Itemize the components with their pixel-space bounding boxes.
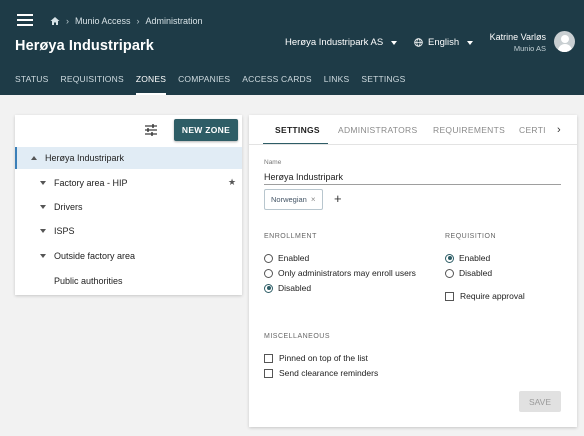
expand-icon[interactable] <box>40 254 46 258</box>
tree-item[interactable]: Drivers <box>15 196 242 218</box>
radio-selected-icon[interactable] <box>264 283 273 293</box>
language-select[interactable]: English <box>414 37 474 48</box>
nav-access-cards[interactable]: ACCESS CARDS <box>242 74 311 95</box>
close-icon[interactable]: × <box>311 195 316 204</box>
globe-icon <box>414 38 423 47</box>
option-label: Enabled <box>459 253 491 263</box>
zone-tree-panel: NEW ZONE Herøya Industripark Factory are… <box>15 115 242 295</box>
user-name: Katrine Varløs <box>489 32 546 42</box>
star-icon[interactable]: ★ <box>228 177 236 188</box>
tree-item-label: Factory area - HIP <box>54 178 128 188</box>
checkbox-icon[interactable] <box>445 291 454 301</box>
enrollment-disabled-radio[interactable]: Disabled <box>264 283 311 293</box>
tree-item[interactable]: Factory area - HIP ★ <box>15 172 242 194</box>
enrollment-enabled-radio[interactable]: Enabled <box>264 253 309 263</box>
option-label: Pinned on top of the list <box>279 353 368 363</box>
tab-administrators[interactable]: ADMINISTRATORS <box>338 125 417 135</box>
tree-item[interactable]: Outside factory area <box>15 245 242 267</box>
app-header: › Munio Access › Administration Herøya I… <box>0 0 584 95</box>
option-label: Send clearance reminders <box>279 368 379 378</box>
tree-item[interactable]: Public authorities <box>15 270 242 292</box>
main-nav: STATUS REQUISITIONS ZONES COMPANIES ACCE… <box>15 74 417 95</box>
option-label: Enabled <box>278 253 310 263</box>
chevron-right-icon: › <box>136 16 140 26</box>
radio-icon[interactable] <box>264 268 273 278</box>
language-select-value: English <box>428 37 460 48</box>
checkbox-icon[interactable] <box>264 368 273 378</box>
breadcrumb-app[interactable]: Munio Access <box>75 16 131 26</box>
chevron-right-icon: › <box>66 16 69 26</box>
expand-icon[interactable] <box>40 229 46 233</box>
requisition-enabled-radio[interactable]: Enabled <box>445 253 490 263</box>
tab-settings[interactable]: SETTINGS <box>275 125 320 135</box>
requisition-disabled-radio[interactable]: Disabled <box>445 268 492 278</box>
radio-selected-icon[interactable] <box>445 253 454 263</box>
tree-item-label: Herøya Industripark <box>45 153 125 163</box>
filter-settings-icon[interactable] <box>145 124 157 136</box>
organization-select-value: Herøya Industripark AS <box>285 37 384 48</box>
add-icon[interactable]: + <box>334 192 342 205</box>
requisition-title: REQUISITION <box>445 233 497 240</box>
active-tab-indicator <box>263 143 328 144</box>
tree-item-label: ISPS <box>54 226 75 236</box>
nav-zones[interactable]: ZONES <box>135 74 167 95</box>
tree-item-label: Outside factory area <box>54 251 136 261</box>
chevron-right-icon[interactable]: › <box>557 124 561 136</box>
enrollment-title: ENROLLMENT <box>264 233 317 240</box>
chip-label: Norwegian <box>271 195 307 204</box>
breadcrumb: › Munio Access › Administration <box>50 16 203 26</box>
page-title: Herøya Industripark <box>15 38 154 54</box>
save-button[interactable]: SAVE <box>519 391 561 412</box>
zone-settings-panel: SETTINGS ADMINISTRATORS REQUIREMENTS CER… <box>249 115 577 427</box>
organization-select[interactable]: Herøya Industripark AS <box>285 37 398 48</box>
expand-icon[interactable] <box>40 205 46 209</box>
option-label: Disabled <box>459 268 493 278</box>
require-approval-checkbox[interactable]: Require approval <box>445 291 525 301</box>
checkbox-icon[interactable] <box>264 353 273 363</box>
user-organization: Munio AS <box>513 44 546 53</box>
language-chip[interactable]: Norwegian × <box>264 189 323 210</box>
caret-down-icon <box>391 40 398 45</box>
collapse-icon[interactable] <box>31 156 37 160</box>
radio-icon[interactable] <box>445 268 454 278</box>
nav-requisitions[interactable]: REQUISITIONS <box>60 74 123 95</box>
name-label: Name <box>264 159 282 166</box>
tree-item-label: Drivers <box>54 202 83 212</box>
tree-item-root[interactable]: Herøya Industripark <box>15 147 242 169</box>
option-label: Disabled <box>278 283 312 293</box>
pinned-checkbox[interactable]: Pinned on top of the list <box>264 353 368 363</box>
nav-companies[interactable]: COMPANIES <box>178 74 230 95</box>
option-label: Require approval <box>460 291 525 301</box>
home-icon[interactable] <box>50 16 60 26</box>
tab-requirements[interactable]: REQUIREMENTS <box>433 125 505 135</box>
nav-settings[interactable]: SETTINGS <box>361 74 405 95</box>
radio-icon[interactable] <box>264 253 273 263</box>
avatar[interactable] <box>554 31 575 52</box>
tree-item-label: Public authorities <box>54 276 123 286</box>
new-zone-button[interactable]: NEW ZONE <box>174 119 238 141</box>
name-field[interactable] <box>264 169 561 185</box>
clearance-reminders-checkbox[interactable]: Send clearance reminders <box>264 368 378 378</box>
tab-certificates[interactable]: CERTI <box>519 125 546 135</box>
option-label: Only administrators may enroll users <box>278 268 416 278</box>
nav-status[interactable]: STATUS <box>15 74 48 95</box>
expand-icon[interactable] <box>40 181 46 185</box>
user-info[interactable]: Katrine Varløs Munio AS <box>490 32 546 53</box>
tab-bar: SETTINGS ADMINISTRATORS REQUIREMENTS CER… <box>249 115 577 145</box>
breadcrumb-page: Administration <box>145 16 203 26</box>
menu-icon[interactable] <box>17 14 33 28</box>
tree-item[interactable]: ISPS <box>15 220 242 242</box>
enrollment-admins-only-radio[interactable]: Only administrators may enroll users <box>264 268 416 278</box>
caret-down-icon <box>467 40 474 45</box>
miscellaneous-title: MISCELLANEOUS <box>264 333 331 340</box>
nav-links[interactable]: LINKS <box>324 74 350 95</box>
